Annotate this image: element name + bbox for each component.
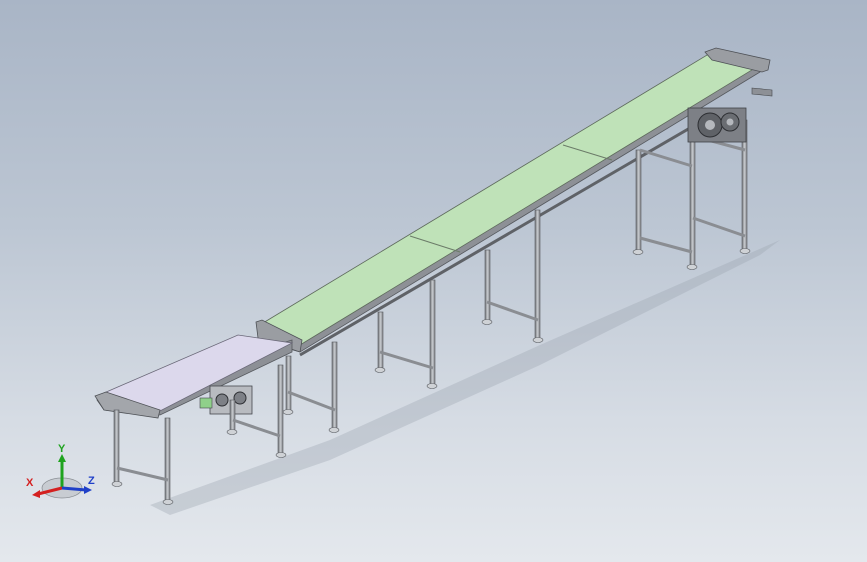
floor-shadow: [150, 240, 780, 515]
incline-lower-rail: [299, 126, 691, 357]
leg: [285, 355, 292, 412]
graphics-viewport[interactable]: Y X Z: [0, 0, 867, 562]
leg: [484, 249, 491, 323]
feed-conveyor[interactable]: [94, 334, 294, 419]
reference-triad: Y X Z: [26, 443, 95, 499]
conveyor-assembly-model[interactable]: [0, 0, 867, 562]
leg: [331, 341, 338, 431]
z-axis-label: Z: [88, 475, 95, 487]
leg: [635, 149, 642, 251]
z-axis-icon: [61, 486, 87, 492]
x-axis-label: X: [26, 477, 34, 489]
leg: [689, 134, 696, 266]
y-axis-label: Y: [58, 443, 66, 455]
leg: [377, 311, 384, 371]
incline-belt: [257, 51, 767, 346]
